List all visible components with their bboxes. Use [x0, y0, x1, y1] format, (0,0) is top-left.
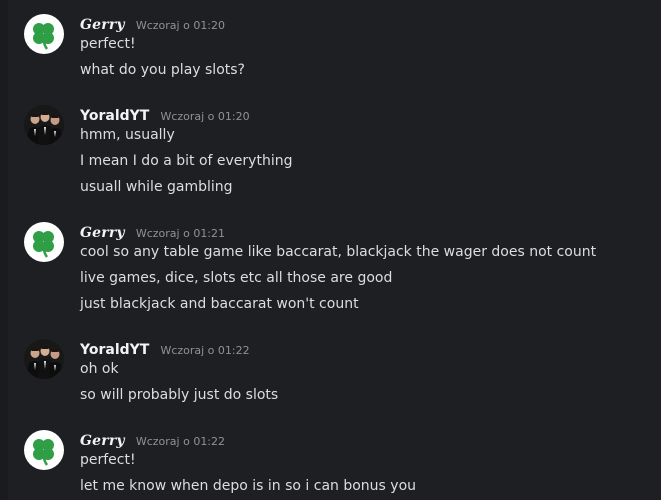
username[interactable]: Gerry: [80, 17, 125, 33]
message-header: YoraldYT Wczoraj o 01:22: [80, 339, 250, 359]
avatar[interactable]: [24, 430, 64, 470]
avatar[interactable]: [24, 105, 64, 145]
username[interactable]: Gerry: [80, 433, 125, 449]
message-text: what do you play slots?: [80, 62, 245, 78]
message-group: YoraldYT Wczoraj o 01:22 oh ok so will p…: [24, 339, 644, 405]
message-text: so will probably just do slots: [80, 387, 279, 403]
message-group: Gerry Wczoraj o 01:20 perfect! what do y…: [24, 14, 644, 78]
clover-icon: [33, 439, 54, 466]
message-text: cool so any table game like baccarat, bl…: [80, 244, 597, 260]
message-text: live games, dice, slots etc all those ar…: [80, 270, 393, 286]
timestamp[interactable]: Wczoraj o 01:20: [160, 110, 249, 123]
message-text: I mean I do a bit of everything: [80, 153, 293, 169]
timestamp[interactable]: Wczoraj o 01:20: [136, 19, 225, 32]
avatar[interactable]: [24, 222, 64, 262]
message-header: Gerry Wczoraj o 01:20: [80, 14, 225, 34]
timestamp[interactable]: Wczoraj o 01:22: [136, 435, 225, 448]
message-text: let me know when depo is in so i can bon…: [80, 478, 417, 494]
avatar[interactable]: [24, 339, 64, 379]
message-text: usuall while gambling: [80, 179, 233, 195]
username[interactable]: YoraldYT: [80, 108, 149, 124]
message-group: Gerry Wczoraj o 01:21 cool so any table …: [24, 222, 654, 314]
message-text: perfect!: [80, 36, 136, 52]
left-rail: [0, 0, 8, 500]
timestamp[interactable]: Wczoraj o 01:21: [136, 227, 225, 240]
message-text: oh ok: [80, 361, 119, 377]
message-text: just blackjack and baccarat won't count: [80, 296, 359, 312]
clover-icon: [33, 231, 54, 258]
message-group: Gerry Wczoraj o 01:22 perfect! let me kn…: [24, 430, 644, 496]
message-header: YoraldYT Wczoraj o 01:20: [80, 105, 250, 125]
message-header: Gerry Wczoraj o 01:21: [80, 222, 225, 242]
message-group: YoraldYT Wczoraj o 01:20 hmm, usually I …: [24, 105, 644, 195]
message-header: Gerry Wczoraj o 01:22: [80, 430, 225, 450]
avatar[interactable]: [24, 14, 64, 54]
username[interactable]: YoraldYT: [80, 342, 149, 358]
message-text: perfect!: [80, 452, 136, 468]
timestamp[interactable]: Wczoraj o 01:22: [160, 344, 249, 357]
clover-icon: [33, 23, 54, 50]
group-photo-avatar: [24, 339, 64, 379]
group-photo-avatar: [24, 105, 64, 145]
message-text: hmm, usually: [80, 127, 175, 143]
username[interactable]: Gerry: [80, 225, 125, 241]
